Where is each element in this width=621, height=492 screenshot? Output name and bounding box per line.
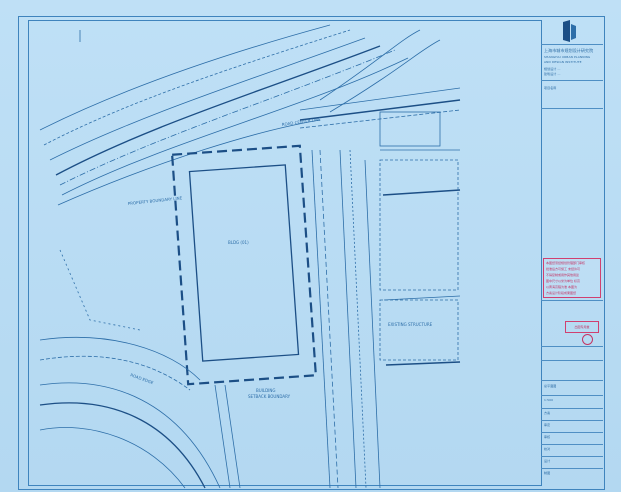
title-row [541,108,603,109]
company-name: 上海市城市规划设计研究院 [544,48,594,53]
site-plan-drawing: BLDG (01) ROAD CENTER LINE PROPERTY BOUN… [39,24,461,489]
drawing-scale: 1:500 [544,398,554,402]
title-row [541,408,603,409]
issue-stamp: 出图专用章 [565,321,599,333]
title-row [541,44,603,45]
sign-row: 校对 [544,447,551,451]
company-name-en-1: SHANGHAI URBAN PLANNING [544,55,591,59]
approval-note: 本图纸须经规划管理部门审核 [546,261,586,265]
title-row [541,346,603,347]
title-row [541,300,603,301]
bottom-label-1: BUILDING [256,388,275,393]
drawing-phase: 方案 [544,411,551,415]
title-row [541,456,603,457]
title-row [541,80,603,81]
approval-note: 批准后方可施工 未经许可 [546,267,580,271]
drawing-sheet: BLDG (01) ROAD CENTER LINE PROPERTY BOUN… [0,0,621,492]
company-name-en-2: AND DESIGN INSTITUTE [544,60,582,64]
title-row [541,360,603,361]
bottom-label-2: SETBACK BOUNDARY [248,394,291,399]
drawing-name: 总平面图 [544,384,557,388]
sign-row: 制图 [544,471,551,475]
note-line: 建筑设计 ... [544,72,561,76]
title-row [541,380,603,381]
company-logo-icon [563,20,576,42]
title-row [541,468,603,469]
approval-note: 以黄海高程为准 本图为 [546,285,577,289]
approval-notes-box: 本图纸须经规划管理部门审核 批准后方可施工 未经许可 不得复制或用作其他用途 图… [543,258,601,298]
building-label: BLDG (01) [228,240,249,245]
right-note-label: EXISTING STRUCTURE [388,322,433,327]
sign-row: 审定 [544,423,551,427]
sign-row: 设计 [544,459,551,463]
sign-row: 审核 [544,435,551,439]
approval-note: 不得复制或用作其他用途 [546,273,580,277]
title-row [541,432,603,433]
note-line: 规划设计 ... [544,67,561,71]
seal-icon [582,334,593,345]
title-row [541,420,603,421]
approval-note: 方案设计阶段成果图纸 [546,291,577,295]
lower-left-road-label: ROAD EDGE [130,372,155,385]
title-row [541,395,603,396]
approval-note: 图中尺寸以米为单位 标高 [546,279,580,283]
project-label: 项目名称 [544,86,557,90]
road-top-label: ROAD CENTER LINE [281,117,321,127]
title-row [541,444,603,445]
